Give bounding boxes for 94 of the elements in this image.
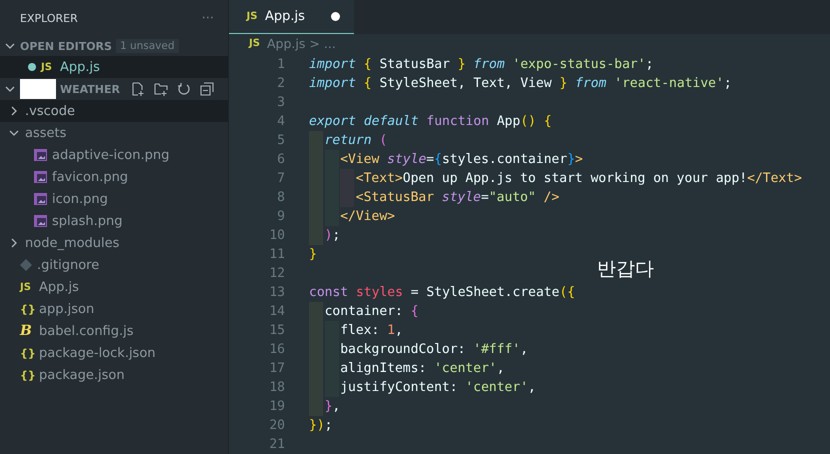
- collapse-all-icon[interactable]: [200, 82, 214, 96]
- js-file-icon: JS: [245, 10, 259, 22]
- braces-icon: {}: [20, 346, 34, 360]
- file-item[interactable]: adaptive-icon.png: [0, 144, 228, 166]
- line-number: 8: [276, 190, 286, 205]
- code-line: return (: [324, 133, 388, 148]
- line-number: 9: [276, 209, 286, 224]
- refresh-icon[interactable]: [177, 82, 191, 96]
- breadcrumb-item[interactable]: ...: [324, 36, 336, 52]
- code-line: container: {: [324, 304, 419, 319]
- editor-tab[interactable]: JS App.js: [229, 0, 354, 34]
- code-line: import { StyleSheet, Text, View } from 'react-native';: [309, 76, 732, 91]
- section-title[interactable]: WEATHER: [60, 82, 120, 96]
- line-number: 1: [276, 57, 286, 72]
- line-number: 12: [268, 266, 286, 281]
- file-name: favicon.png: [52, 170, 128, 184]
- file-name: App.js: [39, 280, 79, 294]
- more-actions-button[interactable]: ···: [202, 10, 214, 26]
- line-number: 7: [276, 171, 286, 186]
- line-number: 5: [276, 133, 286, 148]
- file-item[interactable]: {} package.json: [0, 364, 228, 386]
- file-name: node_modules: [25, 236, 120, 250]
- code-line: });: [309, 418, 332, 433]
- code-line: <Text>Open up App.js to start working on your app!</Text>: [356, 171, 802, 186]
- overlay-text: 반갑다: [597, 257, 654, 282]
- code-line: flex: 1,: [340, 323, 403, 338]
- file-name: package-lock.json: [39, 346, 156, 360]
- breadcrumb-separator: >: [309, 36, 320, 52]
- code-line: <StatusBar style="auto" />: [356, 190, 560, 205]
- code-line: <View style={styles.container}>: [340, 152, 583, 167]
- line-number: 18: [268, 380, 286, 395]
- line-number: 10: [268, 228, 286, 243]
- b-letter-icon: B: [20, 323, 34, 339]
- open-editor-item[interactable]: JS App.js: [0, 56, 228, 78]
- file-item[interactable]: JS App.js: [0, 276, 228, 298]
- new-folder-icon[interactable]: [154, 82, 168, 96]
- file-name: .vscode: [25, 104, 75, 118]
- image-file-icon: [34, 215, 47, 227]
- code-line: </View>: [340, 209, 395, 224]
- line-number: 3: [276, 95, 286, 110]
- file-name: babel.config.js: [39, 324, 134, 338]
- line-number: 13: [268, 285, 286, 300]
- file-name: adaptive-icon.png: [52, 148, 170, 162]
- js-file-icon: JS: [41, 62, 55, 72]
- folder-item[interactable]: assets: [0, 122, 228, 144]
- sidebar-title: EXPLORER: [20, 12, 78, 24]
- breadcrumb-item[interactable]: App.js: [267, 36, 306, 52]
- code-line: );: [324, 228, 340, 243]
- file-name: package.json: [39, 368, 125, 382]
- line-number: 6: [276, 152, 286, 167]
- file-name: assets: [25, 126, 66, 140]
- file-item[interactable]: {} package-lock.json: [0, 342, 228, 364]
- file-name: App.js: [60, 60, 100, 74]
- unsaved-count: 1 unsaved: [116, 39, 179, 53]
- js-file-icon: JS: [20, 282, 34, 292]
- code-line: },: [324, 399, 340, 414]
- section-title[interactable]: OPEN EDITORS: [20, 40, 112, 52]
- braces-icon: {}: [20, 302, 34, 316]
- folder-item[interactable]: .vscode: [0, 100, 228, 122]
- file-item[interactable]: B babel.config.js: [0, 320, 228, 342]
- code-line: export default function App() {: [309, 114, 552, 129]
- line-number: 20: [268, 418, 286, 433]
- image-file-icon: [34, 193, 47, 205]
- file-name: .gitignore: [37, 258, 100, 272]
- file-item[interactable]: .gitignore: [0, 254, 228, 276]
- line-number: 2: [276, 76, 286, 91]
- line-number: 11: [268, 247, 286, 262]
- file-item[interactable]: splash.png: [0, 210, 228, 232]
- code-line: import { StatusBar } from 'expo-status-bar';: [309, 57, 654, 72]
- line-number: 21: [268, 437, 286, 452]
- image-file-icon: [34, 171, 47, 183]
- file-item[interactable]: {} app.json: [0, 298, 228, 320]
- code-line: alignItems: 'center',: [340, 361, 505, 376]
- line-number: 17: [268, 361, 286, 376]
- image-file-icon: [34, 149, 47, 161]
- line-number: 15: [268, 323, 286, 338]
- code-line: justifyContent: 'center',: [340, 380, 536, 395]
- code-line: }: [309, 247, 317, 262]
- file-name: splash.png: [52, 214, 122, 228]
- line-number: 19: [268, 399, 286, 414]
- folder-item[interactable]: node_modules: [0, 232, 228, 254]
- file-name: icon.png: [52, 192, 108, 206]
- line-number: 16: [268, 342, 286, 357]
- braces-icon: {}: [20, 368, 34, 382]
- diamond-icon: [20, 259, 32, 271]
- code-line: backgroundColor: '#fff',: [340, 342, 528, 357]
- file-name: app.json: [39, 302, 94, 316]
- js-file-icon: JS: [249, 38, 263, 50]
- new-file-icon[interactable]: [131, 82, 145, 96]
- code-line: const styles = StyleSheet.create({: [309, 285, 576, 300]
- line-number: 4: [276, 114, 286, 129]
- file-item[interactable]: icon.png: [0, 188, 228, 210]
- file-item[interactable]: favicon.png: [0, 166, 228, 188]
- line-number: 14: [268, 304, 286, 319]
